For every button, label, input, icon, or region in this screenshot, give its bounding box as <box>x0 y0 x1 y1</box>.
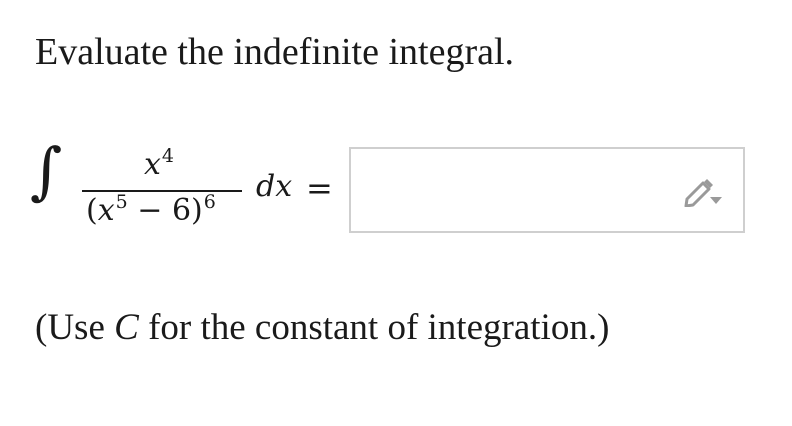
denominator-base: x <box>97 193 115 228</box>
note-constant-variable: C <box>114 307 139 348</box>
instruction-note: (Use C for the constant of integration.) <box>35 304 609 352</box>
equals-sign: = <box>306 169 333 207</box>
denominator-outer-exponent: 6 <box>203 191 216 213</box>
fraction-bar <box>82 190 242 192</box>
fraction-denominator: (x5 − 6)6 <box>86 193 216 228</box>
denominator-inner-exponent: 5 <box>115 191 128 213</box>
note-after: for the constant of integration.) <box>138 307 610 348</box>
numerator-exponent: 4 <box>161 145 175 167</box>
integral-sign: ∫ <box>30 134 63 207</box>
question-prompt: Evaluate the indefinite integral. <box>35 31 515 73</box>
pencil-icon[interactable] <box>683 175 723 208</box>
numerator-base: x <box>144 147 161 182</box>
differential: dx <box>256 169 293 204</box>
note-before: (Use <box>35 307 115 348</box>
denominator-open-paren: ( <box>86 193 98 228</box>
pencil-icon-graphic <box>684 179 722 208</box>
denominator-rest: − 6) <box>127 193 203 228</box>
fraction-numerator: x4 <box>144 147 174 182</box>
